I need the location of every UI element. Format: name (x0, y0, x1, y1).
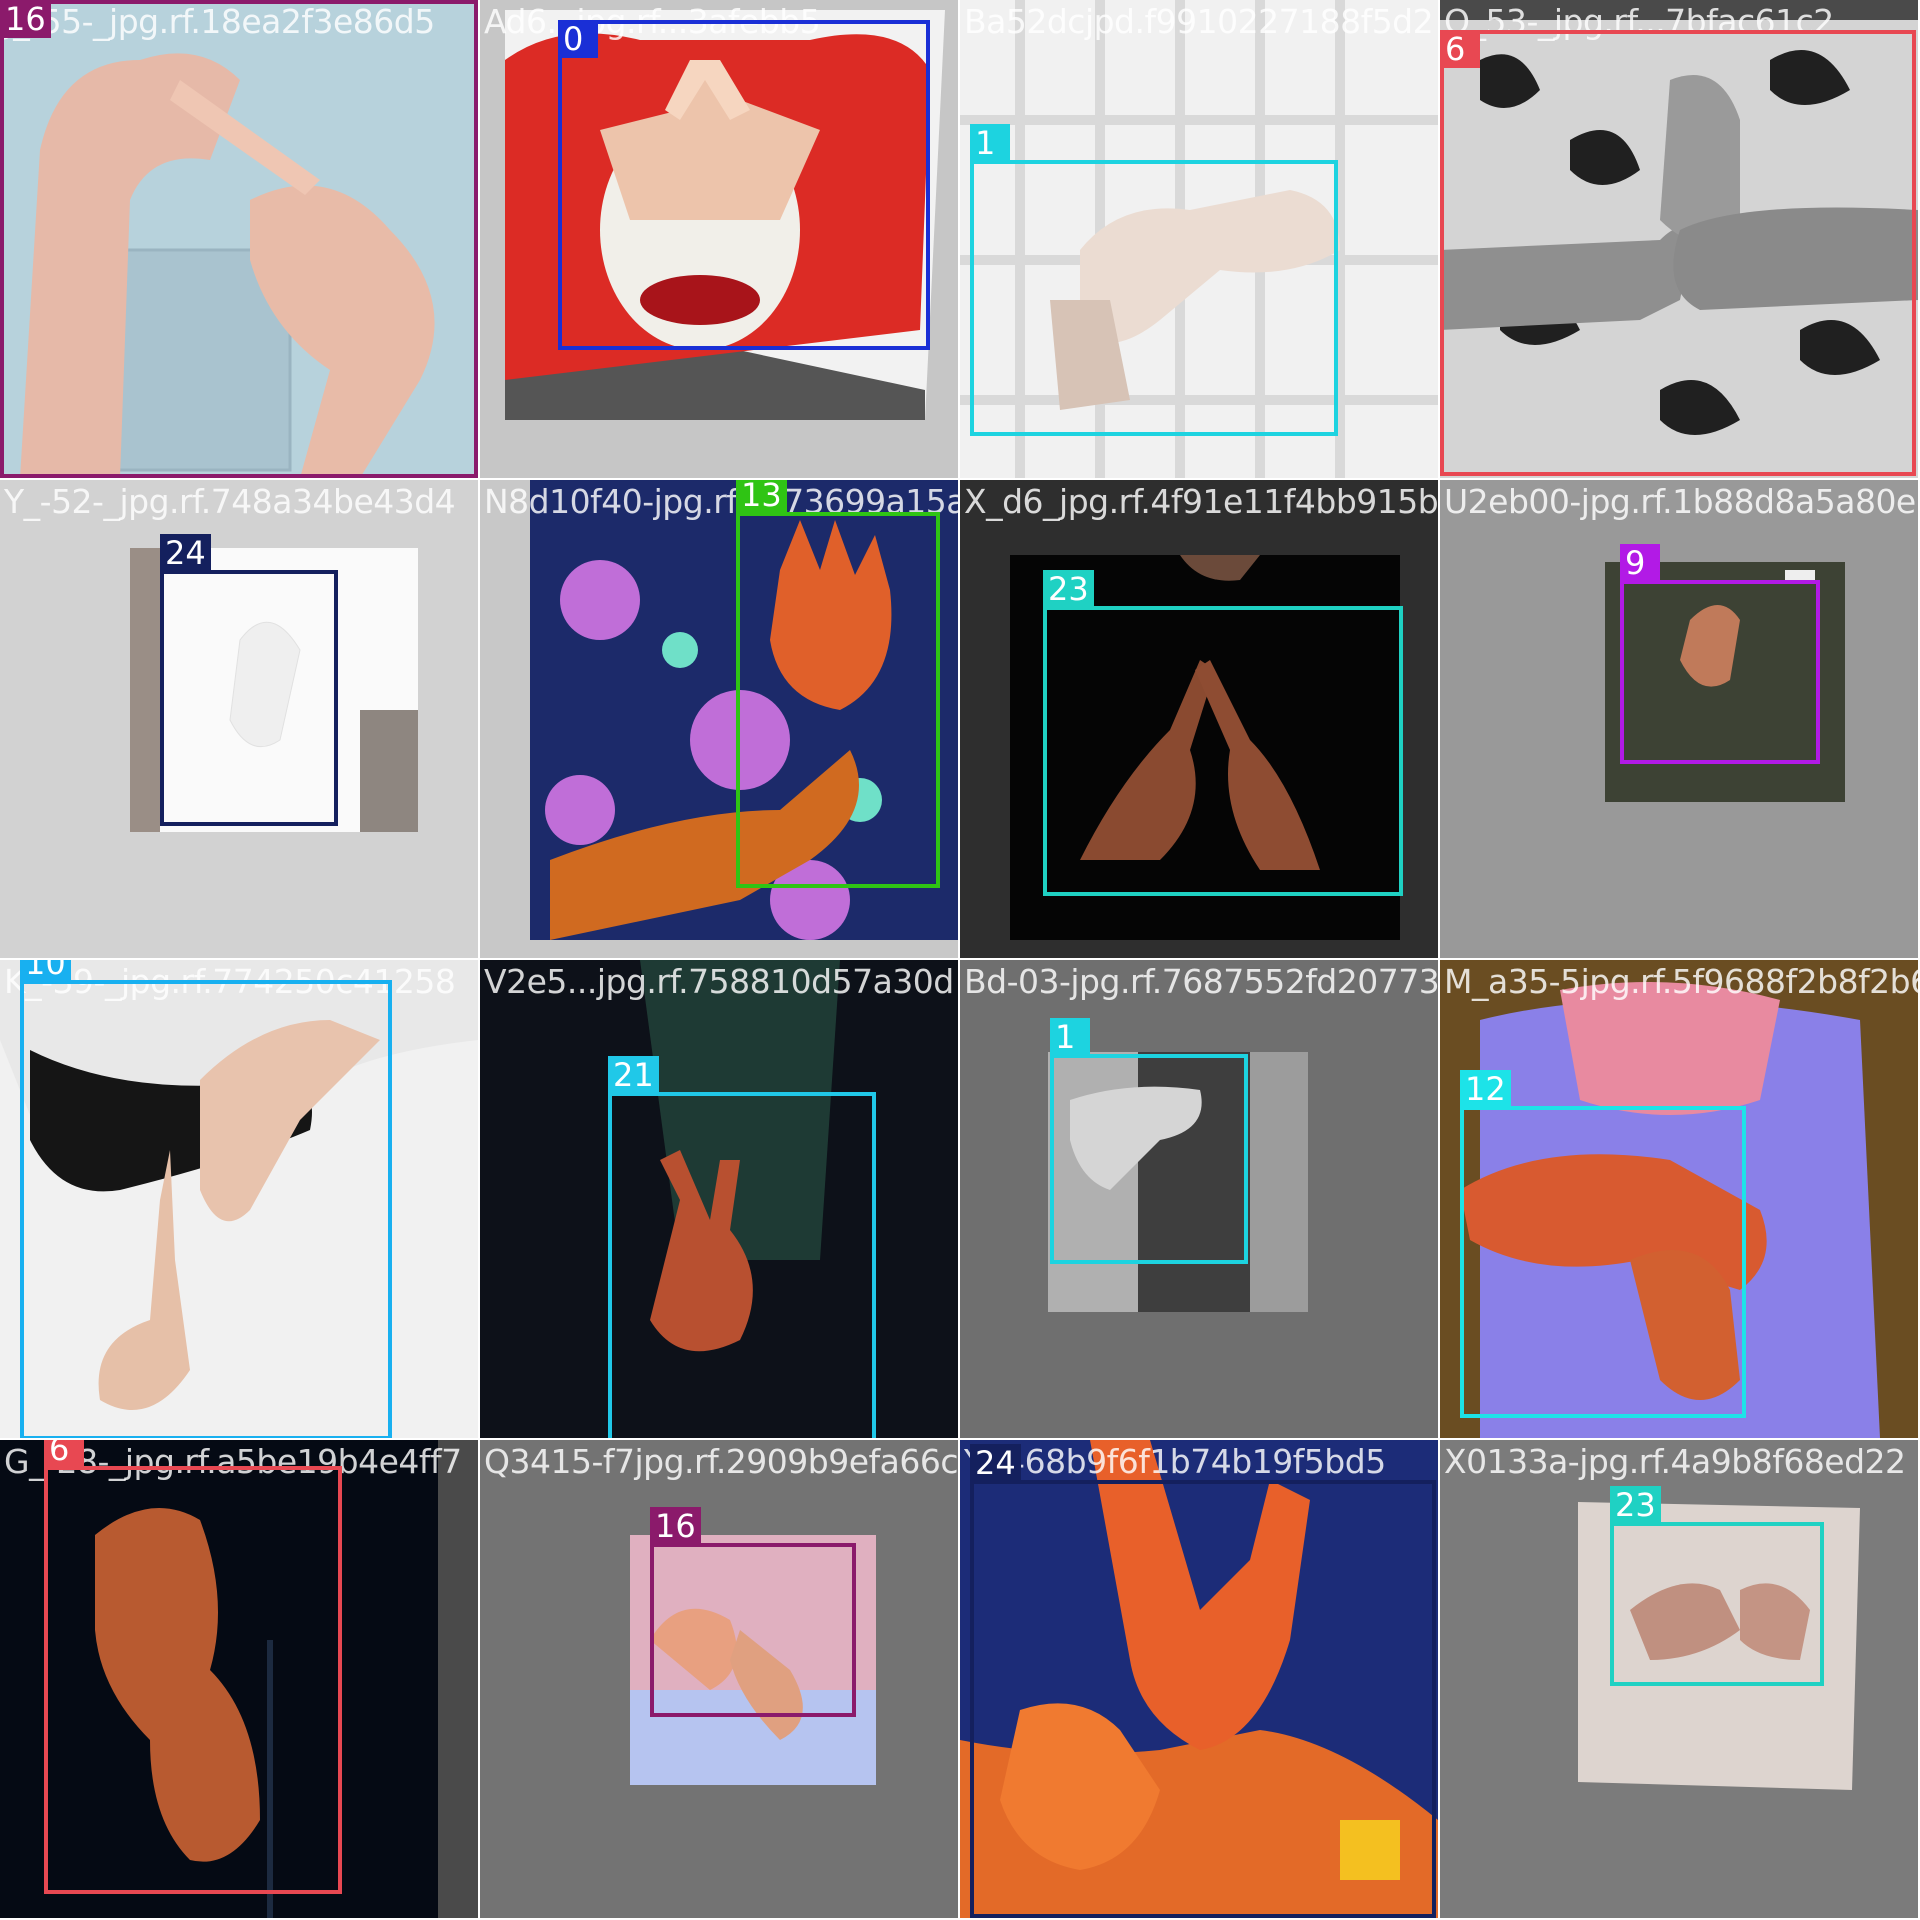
bounding-box: 1 (970, 124, 1338, 436)
class-label: 6 (1440, 30, 1480, 68)
mosaic-tile: Y_-52-_jpg.rf.748a34be43d4 24 (0, 480, 478, 958)
bounding-box: 0 (558, 20, 930, 350)
class-label: 1 (970, 124, 1010, 162)
bounding-box: 23 (1043, 570, 1403, 896)
class-label: 13 (736, 480, 787, 514)
mosaic-tile: J_-55-_jpg.rf.18ea2f3e86d5 16 (0, 0, 478, 478)
mosaic-tile: G_-28-_jpg.rf.a5be19b4e4ff7 6 (0, 1440, 478, 1918)
mosaic-tile: K_-39-_jpg.rf.774250c41258 10 (0, 960, 478, 1438)
bounding-box: 10 (20, 960, 392, 1438)
bounding-box: 6 (1440, 30, 1916, 476)
class-label: 21 (608, 1056, 659, 1094)
bounding-box: 16 (650, 1507, 856, 1717)
bounding-box: 24 (970, 1444, 1436, 1918)
class-label: 24 (970, 1444, 1021, 1482)
class-label: 16 (0, 0, 51, 38)
mosaic-tile: X0133a-jpg.rf.4a9b8f68ed22 23 (1440, 1440, 1918, 1918)
class-label: 24 (160, 534, 211, 572)
bounding-box: 23 (1610, 1486, 1824, 1686)
mosaic-tile: Ad6...jpg.rf...3afebb5 0 (480, 0, 958, 478)
bounding-box: 6 (44, 1440, 342, 1894)
mosaic-tile: Ba52dcjpd.f9910227188f5d2 1 (960, 0, 1438, 478)
class-label: 23 (1043, 570, 1094, 608)
mosaic-tile: U2eb00-jpg.rf.1b88d8a5a80e3 9 (1440, 480, 1918, 958)
class-label: 6 (44, 1440, 84, 1468)
bounding-box: 1 (1050, 1018, 1248, 1264)
class-label: 10 (20, 960, 71, 982)
bounding-box: 21 (608, 1056, 876, 1438)
mosaic-tile: N8d10f40-jpg.rf.c673699a15a6 13 (480, 480, 958, 958)
class-label: 16 (650, 1507, 701, 1545)
bounding-box: 9 (1620, 544, 1820, 764)
class-label: 1 (1050, 1018, 1090, 1056)
class-label: 12 (1460, 1070, 1511, 1108)
mosaic-tile: Q_53-_jpg.rf...7bfac61c2 6 (1440, 0, 1918, 478)
mosaic-tile: Y7468b9f6f1b74b19f5bd5 24 (960, 1440, 1438, 1918)
bounding-box: 12 (1460, 1070, 1746, 1418)
mosaic-tile: X_d6_jpg.rf.4f91e11f4bb915bb 23 (960, 480, 1438, 958)
mosaic-tile: Q3415-f7jpg.rf.2909b9efa66c 16 (480, 1440, 958, 1918)
mosaic-tile: V2e5...jpg.rf.758810d57a30d 21 (480, 960, 958, 1438)
bounding-box: 24 (160, 534, 338, 826)
mosaic-tile: M_a35-5jpg.rf.5f9688f2b8f2b6 12 (1440, 960, 1918, 1438)
class-label: 0 (558, 20, 598, 58)
mosaic-tile: Bd-03-jpg.rf.7687552fd20773 1 (960, 960, 1438, 1438)
bounding-box: 13 (736, 480, 940, 888)
class-label: 9 (1620, 544, 1660, 582)
bounding-box: 16 (0, 0, 478, 478)
augmented-training-mosaic: J_-55-_jpg.rf.18ea2f3e86d5 16 Ad6...jpg.… (0, 0, 1920, 1920)
class-label: 23 (1610, 1486, 1661, 1524)
